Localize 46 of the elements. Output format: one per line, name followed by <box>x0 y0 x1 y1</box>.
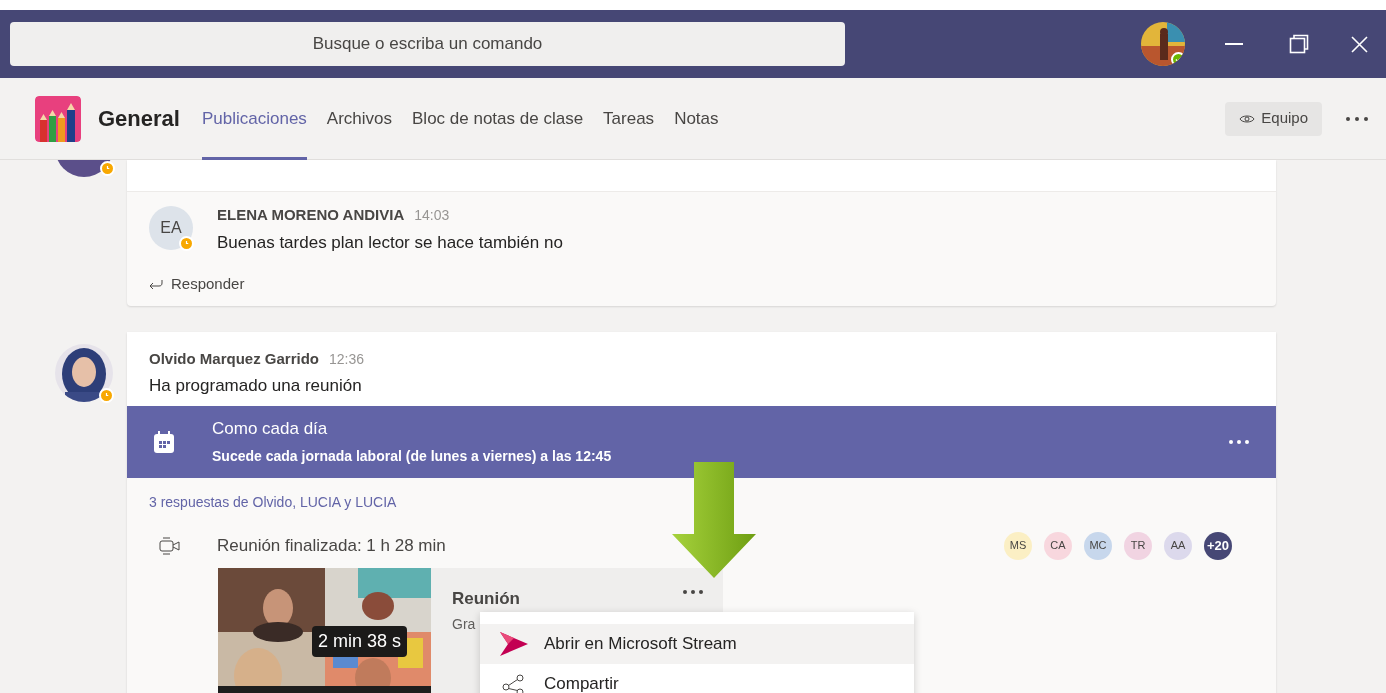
channel-name: General <box>98 105 180 133</box>
participant-avatar: MS <box>1004 531 1032 560</box>
calendar-icon <box>154 430 174 453</box>
team-button[interactable]: Equipo <box>1225 101 1322 136</box>
menu-item[interactable]: Abrir en Microsoft Stream <box>480 624 914 664</box>
participant-avatar: +20 <box>1204 531 1232 560</box>
more-icon[interactable] <box>1346 116 1368 121</box>
participant-avatar: MC <box>1084 531 1112 560</box>
reply-icon <box>149 279 163 290</box>
search-field[interactable]: Busque o escriba un comando <box>10 22 845 66</box>
recording-subtitle: Gra <box>452 615 476 634</box>
play-icon <box>500 632 528 656</box>
event-title: Como cada día <box>212 418 329 441</box>
tab[interactable]: Publicaciones <box>201 77 307 160</box>
message-text: Buenas tardes plan lector se hace también no <box>217 231 563 254</box>
restore-icon[interactable] <box>1289 34 1309 54</box>
timestamp: 14:03 <box>414 206 450 225</box>
event-schedule: Sucede cada jornada laboral (de lunes a viernes) a las 12:45 <box>212 446 613 466</box>
timestamp: 12:36 <box>329 349 365 369</box>
video-camera-icon <box>159 535 181 556</box>
menu-label: Abrir en Microsoft Stream <box>544 633 737 656</box>
tab[interactable]: Bloc de notas de clase <box>412 77 584 160</box>
message-text: Ha programado una reunión <box>149 375 363 397</box>
more-icon[interactable] <box>1229 439 1249 444</box>
recording-thumbnail[interactable]: 2 min 38 s <box>218 567 431 693</box>
menu-label: Compartir <box>544 673 619 693</box>
participant-avatar: TR <box>1124 531 1152 560</box>
close-icon[interactable] <box>1351 35 1368 53</box>
recording-title: Reunión <box>452 587 520 610</box>
tab[interactable]: Tareas <box>603 77 655 160</box>
participant-avatar: CA <box>1044 531 1072 560</box>
avatar: EA <box>149 206 193 250</box>
reply-button[interactable]: Responder <box>149 273 245 296</box>
tab[interactable]: Archivos <box>326 77 393 160</box>
menu-item[interactable]: Compartir <box>480 664 914 693</box>
eye-icon <box>1239 112 1256 125</box>
duration-badge: 2 min 38 s <box>312 625 408 657</box>
meeting-status: Reunión finalizada: 1 h 28 min <box>217 534 446 557</box>
author-name: Olvido Marquez Garrido <box>149 348 320 369</box>
replies-link[interactable]: 3 respuestas de Olvido, LUCIA y LUCIA <box>149 493 397 510</box>
participant-avatar: AA <box>1164 531 1192 560</box>
tab[interactable]: Notas <box>674 77 719 160</box>
team-logo-icon <box>35 95 81 142</box>
author-name: ELENA MORENO ANDIVIA <box>217 205 405 225</box>
user-avatar[interactable] <box>1141 22 1185 66</box>
more-icon[interactable] <box>683 589 703 594</box>
